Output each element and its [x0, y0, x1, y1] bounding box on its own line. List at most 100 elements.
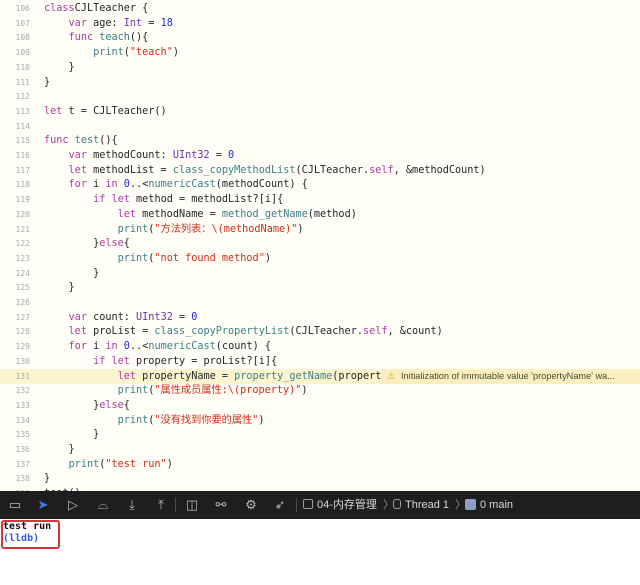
- view-hierarchy-icon[interactable]: ◫: [183, 491, 201, 519]
- line-number[interactable]: 113: [0, 104, 30, 119]
- code-token: method_getName: [221, 208, 308, 220]
- code-line[interactable]: 131 let propertyName = property_getName(…: [0, 368, 640, 384]
- code-line[interactable]: 117 let methodList = class_copyMethodLis…: [0, 163, 640, 178]
- code-line[interactable]: 111}: [0, 75, 640, 90]
- line-number[interactable]: 132: [0, 383, 30, 398]
- line-number[interactable]: 112: [0, 89, 30, 104]
- code-line[interactable]: 124 }: [0, 266, 640, 281]
- line-number[interactable]: 108: [0, 30, 30, 45]
- step-over-icon[interactable]: ⌓: [94, 491, 112, 519]
- code-line[interactable]: 114: [0, 119, 640, 134]
- code-line[interactable]: 133 }else{: [0, 398, 640, 413]
- line-number[interactable]: 131: [0, 369, 30, 384]
- line-number[interactable]: 125: [0, 280, 30, 295]
- simulate-location-icon[interactable]: ➶: [271, 491, 289, 519]
- line-number[interactable]: 126: [0, 295, 30, 310]
- code-token: "属性成员属性:\(property)": [154, 385, 302, 397]
- code-line[interactable]: 108 func teach(){: [0, 30, 640, 45]
- line-number[interactable]: 111: [0, 75, 30, 90]
- code-token: for: [68, 179, 87, 191]
- code-token: let: [117, 370, 137, 382]
- code-line[interactable]: 127 var count: UInt32 = 0: [0, 310, 640, 325]
- line-number[interactable]: 124: [0, 266, 30, 281]
- line-number[interactable]: 109: [0, 45, 30, 60]
- line-number[interactable]: 130: [0, 354, 30, 369]
- line-number[interactable]: 115: [0, 133, 30, 148]
- code-line[interactable]: 136 }: [0, 442, 640, 457]
- code-line[interactable]: 113 let t = CJLTeacher(): [0, 104, 640, 119]
- breadcrumb-frame[interactable]: 0 main: [465, 491, 513, 519]
- line-number[interactable]: 110: [0, 60, 30, 75]
- user-frame-icon: [465, 499, 476, 510]
- debug-console[interactable]: test run (lldb): [0, 519, 640, 585]
- line-number[interactable]: 116: [0, 148, 30, 163]
- code-editor[interactable]: 106 classCJLTeacher {107 var age: Int = 1…: [0, 0, 640, 491]
- line-number[interactable]: 117: [0, 163, 30, 178]
- continue-icon[interactable]: ▷: [64, 491, 82, 519]
- line-number[interactable]: 107: [0, 16, 30, 31]
- code-line[interactable]: 125 }: [0, 280, 640, 295]
- breakpoints-toggle-icon[interactable]: ➤: [34, 491, 52, 519]
- console-prompt: (lldb): [3, 533, 40, 544]
- environment-overrides-icon[interactable]: ⚙: [242, 491, 260, 519]
- code-line[interactable]: 116 var methodCount: UInt32 = 0: [0, 148, 640, 163]
- code-line[interactable]: 106 classCJLTeacher {: [0, 1, 640, 16]
- step-into-icon[interactable]: ⤓: [123, 491, 141, 519]
- code-token: ): [258, 414, 265, 426]
- code-token: let: [68, 164, 87, 176]
- code-token: print: [117, 252, 149, 264]
- line-number[interactable]: 122: [0, 236, 30, 251]
- code-text: if let property = proList?[i]{: [44, 354, 277, 369]
- code-line[interactable]: 122 }else{: [0, 236, 640, 251]
- code-line[interactable]: 120 let methodName = method_getName(meth…: [0, 207, 640, 222]
- hide-debug-area-icon[interactable]: ▭: [6, 491, 24, 519]
- memory-graph-icon[interactable]: ⚯: [212, 491, 230, 519]
- code-token: }: [44, 61, 75, 73]
- code-line[interactable]: 128 let proList = class_copyPropertyList…: [0, 324, 640, 339]
- code-line[interactable]: 129 for i in 0..<numericCast(count) {: [0, 339, 640, 354]
- breadcrumb-thread[interactable]: Thread 1: [393, 491, 449, 519]
- line-number[interactable]: 138: [0, 471, 30, 486]
- line-number[interactable]: 121: [0, 222, 30, 237]
- breadcrumb-project[interactable]: 04-内存管理: [303, 491, 377, 519]
- warning-banner[interactable]: ⚠ Initialization of immutable value 'prop…: [381, 368, 640, 384]
- code-token: }: [44, 76, 51, 88]
- code-line[interactable]: 118 for i in 0..<numericCast(methodCount…: [0, 177, 640, 192]
- code-line[interactable]: 119 if let method = methodList?[i]{: [0, 192, 640, 207]
- code-line[interactable]: 107 var age: Int = 18: [0, 16, 640, 31]
- code-token: teach: [99, 32, 130, 44]
- line-number[interactable]: 127: [0, 310, 30, 325]
- line-number[interactable]: 106: [0, 1, 30, 16]
- line-number[interactable]: 134: [0, 413, 30, 428]
- code-line[interactable]: 112: [0, 89, 640, 104]
- code-line[interactable]: 134 print("没有找到你要的属性"): [0, 413, 640, 428]
- code-line[interactable]: 110 }: [0, 60, 640, 75]
- code-line[interactable]: 123 print("not found method"): [0, 251, 640, 266]
- code-line[interactable]: 115 func test(){: [0, 133, 640, 148]
- code-line[interactable]: 132 print("属性成员属性:\(property)"): [0, 383, 640, 398]
- code-line[interactable]: 109 print("teach"): [0, 45, 640, 60]
- code-token: var: [68, 17, 87, 29]
- line-number[interactable]: 114: [0, 119, 30, 134]
- warning-text: Initialization of immutable value 'prope…: [401, 370, 615, 381]
- line-number[interactable]: 128: [0, 324, 30, 339]
- code-line[interactable]: 121 print("方法列表：\(methodName)"): [0, 222, 640, 237]
- code-line[interactable]: 138}: [0, 471, 640, 486]
- step-out-icon[interactable]: ⤒: [152, 491, 170, 519]
- line-number[interactable]: 137: [0, 457, 30, 472]
- code-text: print("not found method"): [44, 251, 271, 266]
- line-number[interactable]: 136: [0, 442, 30, 457]
- line-number[interactable]: 119: [0, 192, 30, 207]
- code-line[interactable]: 135 }: [0, 427, 640, 442]
- code-token: print: [117, 414, 149, 426]
- line-number[interactable]: 118: [0, 177, 30, 192]
- code-line[interactable]: 126: [0, 295, 640, 310]
- code-line[interactable]: 130 if let property = proList?[i]{: [0, 354, 640, 369]
- line-number[interactable]: 135: [0, 427, 30, 442]
- line-number[interactable]: 123: [0, 251, 30, 266]
- line-number[interactable]: 129: [0, 339, 30, 354]
- line-number[interactable]: 133: [0, 398, 30, 413]
- code-line[interactable]: 137 print("test run"): [0, 457, 640, 472]
- line-number[interactable]: 120: [0, 207, 30, 222]
